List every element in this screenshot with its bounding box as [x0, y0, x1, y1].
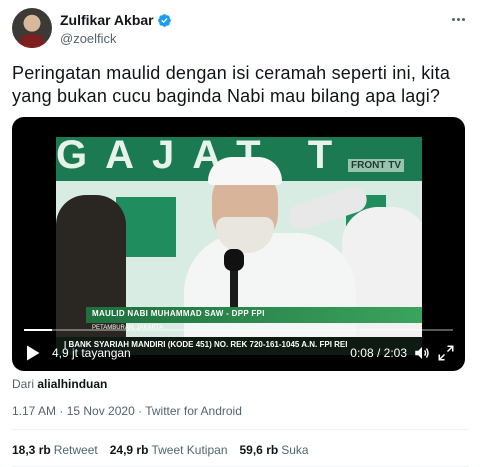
source-attribution: Dari alialhinduan — [12, 377, 107, 391]
tweet-timestamp[interactable]: 1.17 AM · 15 Nov 2020 · Twitter for Andr… — [12, 404, 242, 418]
retweet-stat[interactable]: 18,3 rb Retweet — [12, 443, 98, 457]
source-prefix: Dari — [12, 377, 35, 391]
microphone — [224, 249, 244, 271]
display-name[interactable]: Zulfikar Akbar — [60, 12, 154, 28]
like-stat[interactable]: 59,6 rb Suka — [240, 443, 309, 457]
lower-third-title: MAULID NABI MUHAMMAD SAW - DPP FPI — [92, 309, 265, 318]
user-info: Zulfikar Akbar @zoelfick — [60, 11, 172, 46]
play-icon[interactable] — [26, 345, 40, 361]
fullscreen-icon[interactable] — [437, 344, 455, 362]
more-dots-icon[interactable] — [447, 10, 469, 28]
video-controls: 4,9 jt tayangan 0:08 / 2:03 — [12, 339, 465, 365]
user-handle[interactable]: @zoelfick — [60, 31, 172, 46]
volume-icon[interactable] — [413, 344, 431, 362]
video-time: 0:08 / 2:03 — [350, 346, 407, 360]
video-player[interactable]: GAJAT T FRONT TV MAULID NABI MUHAMMAD SA… — [12, 117, 465, 371]
quote-tweet-stat[interactable]: 24,9 rb Tweet Kutipan — [110, 443, 228, 457]
view-count: 4,9 jt tayangan — [52, 346, 131, 360]
channel-logo: FRONT TV — [348, 159, 404, 172]
verified-badge-icon — [157, 13, 171, 27]
video-progress-fill — [24, 329, 52, 331]
video-progress-bar[interactable] — [24, 329, 453, 331]
tweet-text: Peringatan maulid dengan isi ceramah sep… — [12, 63, 451, 106]
source-account-link[interactable]: alialhinduan — [37, 377, 107, 391]
video-frame[interactable]: GAJAT T FRONT TV MAULID NABI MUHAMMAD SA… — [56, 137, 422, 355]
tweet-header: Zulfikar Akbar @zoelfick — [12, 8, 469, 48]
avatar[interactable] — [12, 8, 52, 48]
tweet-stats: 18,3 rb Retweet 24,9 rb Tweet Kutipan 59,6… — [12, 443, 309, 457]
divider — [12, 429, 469, 430]
